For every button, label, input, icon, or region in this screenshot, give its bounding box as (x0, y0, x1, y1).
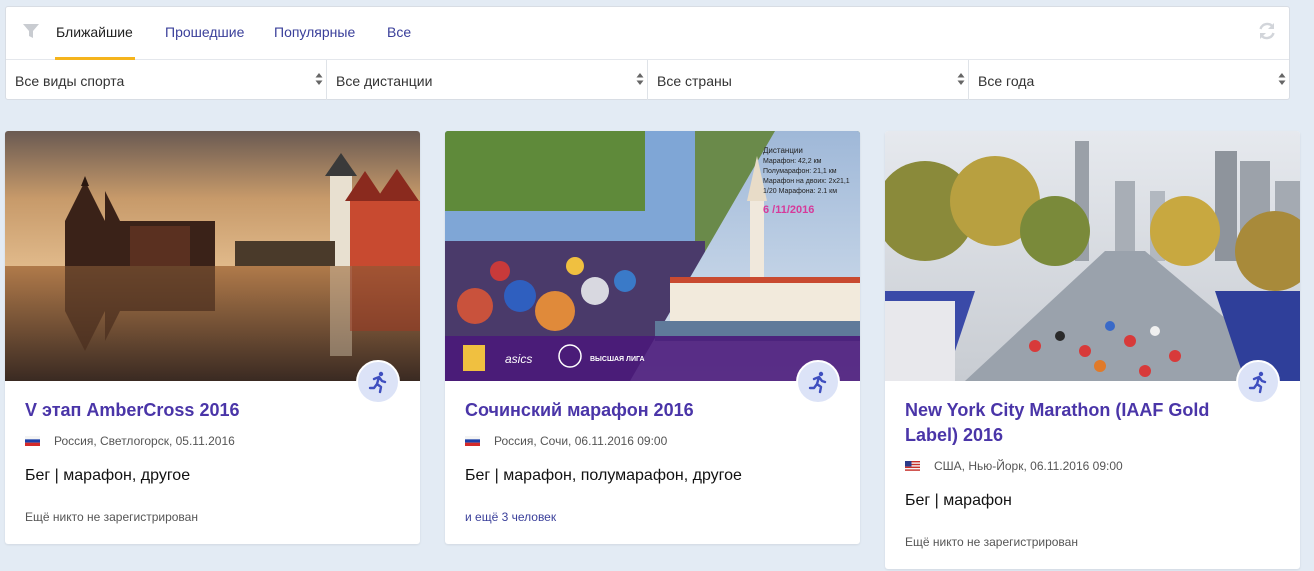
russia-flag-icon (25, 436, 40, 446)
tab-all[interactable]: Все (387, 24, 411, 40)
sport-type-select[interactable]: Все виды спорта (6, 60, 327, 100)
registered-participants-link[interactable]: и ещё 3 человек (465, 510, 840, 524)
poster-date: 6 /11/2016 (763, 204, 814, 216)
filter-panel: Ближайшие Прошедшие Популярные Все Все в… (5, 6, 1290, 100)
sport-type-badge[interactable] (1236, 360, 1280, 404)
refresh-icon[interactable] (1257, 21, 1277, 41)
sponsor-league-logo: ВЫСШАЯ ЛИГА (590, 356, 645, 363)
tabs-bar: Ближайшие Прошедшие Популярные Все (6, 7, 1289, 60)
poster-line: Полумарафон: 21,1 км (763, 168, 837, 175)
event-sports: Бег | марафон, другое (25, 467, 191, 484)
event-image[interactable] (5, 131, 420, 381)
event-meta: Россия, Светлогорск, 05.11.2016 (25, 434, 400, 448)
distance-select[interactable]: Все дистанции (327, 60, 648, 100)
event-card[interactable]: New York City Marathon (IAAF Gold Label)… (885, 131, 1300, 569)
event-location-date: Россия, Сочи, 06.11.2016 09:00 (494, 434, 668, 448)
year-select[interactable]: Все года (969, 60, 1289, 100)
year-select-value: Все года (978, 73, 1035, 89)
tab-popular[interactable]: Популярные (274, 24, 355, 40)
sponsor-asics-logo: asics (505, 352, 532, 366)
event-meta: США, Нью-Йорк, 06.11.2016 09:00 (905, 459, 1280, 473)
event-image[interactable] (885, 131, 1300, 381)
event-title[interactable]: Сочинский марафон 2016 (465, 398, 815, 423)
sort-arrows-icon (957, 73, 965, 85)
event-card[interactable]: asics ВЫСШАЯ ЛИГА Дистанции Марафон: 42,… (445, 131, 860, 544)
russia-flag-icon (465, 436, 480, 446)
tab-past[interactable]: Прошедшие (165, 24, 244, 40)
usa-flag-icon (905, 461, 920, 471)
country-select[interactable]: Все страны (648, 60, 969, 100)
sport-type-select-value: Все виды спорта (15, 73, 125, 89)
poster-line: 1/20 Марафона: 2.1 км (763, 188, 837, 195)
event-title[interactable]: V этап AmberCross 2016 (25, 398, 375, 423)
sort-arrows-icon (1278, 73, 1286, 85)
poster-line: Марафон: 42,2 км (763, 158, 822, 165)
running-man-icon (1248, 371, 1267, 394)
sport-type-badge[interactable] (356, 360, 400, 404)
registration-status: Ещё никто не зарегистрирован (25, 510, 198, 524)
event-image[interactable]: asics ВЫСШАЯ ЛИГА Дистанции Марафон: 42,… (445, 131, 860, 381)
poster-distances-title: Дистанции (763, 146, 803, 155)
event-title[interactable]: New York City Marathon (IAAF Gold Label)… (905, 398, 1255, 448)
event-location-date: Россия, Светлогорск, 05.11.2016 (54, 434, 235, 448)
event-sports: Бег | марафон, полумарафон, другое (465, 467, 742, 484)
filter-icon[interactable] (22, 22, 40, 40)
registration-status: Ещё никто не зарегистрирован (905, 535, 1078, 549)
sort-arrows-icon (636, 73, 644, 85)
event-meta: Россия, Сочи, 06.11.2016 09:00 (465, 434, 840, 448)
running-man-icon (808, 371, 827, 394)
sort-arrows-icon (315, 73, 323, 85)
country-select-value: Все страны (657, 73, 732, 89)
poster-line: Марафон на двоих: 2х21,1 (763, 178, 850, 185)
event-sports: Бег | марафон (905, 492, 1012, 509)
running-man-icon (368, 371, 387, 394)
distance-select-value: Все дистанции (336, 73, 433, 89)
event-card[interactable]: V этап AmberCross 2016 Россия, Светлогор… (5, 131, 420, 544)
tab-nearest[interactable]: Ближайшие (56, 24, 133, 40)
filter-selects: Все виды спорта Все дистанции Все страны… (6, 60, 1289, 100)
sport-type-badge[interactable] (796, 360, 840, 404)
event-location-date: США, Нью-Йорк, 06.11.2016 09:00 (934, 459, 1123, 473)
